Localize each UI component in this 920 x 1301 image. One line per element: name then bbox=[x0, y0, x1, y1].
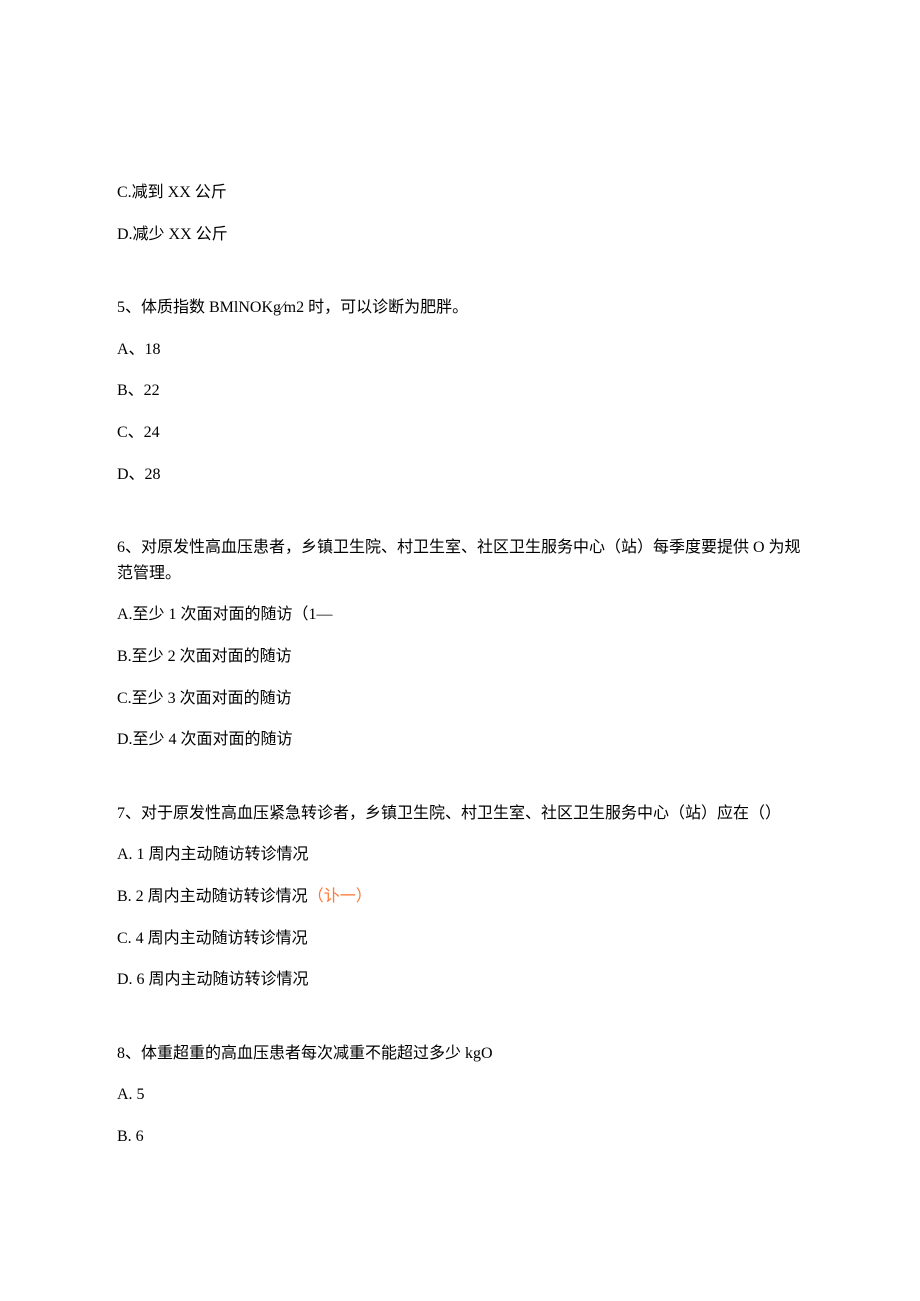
q7-annotation: （讣一） bbox=[308, 888, 372, 905]
q8-option-a: A. 5 bbox=[117, 1082, 803, 1108]
q7-option-d: D. 6 周内主动随访转诊情况 bbox=[117, 967, 803, 993]
q5-option-a: A、18 bbox=[117, 337, 803, 363]
q8-stem: 8、体重超重的高血压患者每次减重不能超过多少 kgO bbox=[117, 1041, 803, 1067]
q7-option-a: A. 1 周内主动随访转诊情况 bbox=[117, 842, 803, 868]
q5-option-c: C、24 bbox=[117, 420, 803, 446]
question-4-tail: C.减到 XX 公斤 D.减少 XX 公斤 bbox=[117, 180, 803, 247]
q8-option-b: B. 6 bbox=[117, 1124, 803, 1150]
q6-option-c: C.至少 3 次面对面的随访 bbox=[117, 686, 803, 712]
question-7: 7、对于原发性高血压紧急转诊者，乡镇卫生院、村卫生室、社区卫生服务中心（站）应在… bbox=[117, 801, 803, 993]
q6-option-b: B.至少 2 次面对面的随访 bbox=[117, 644, 803, 670]
q5-stem: 5、体质指数 BMlNOKg⁄m2 时，可以诊断为肥胖。 bbox=[117, 295, 803, 321]
question-5: 5、体质指数 BMlNOKg⁄m2 时，可以诊断为肥胖。 A、18 B、22 C… bbox=[117, 295, 803, 487]
q7-option-c: C. 4 周内主动随访转诊情况 bbox=[117, 926, 803, 952]
question-8: 8、体重超重的高血压患者每次减重不能超过多少 kgO A. 5 B. 6 bbox=[117, 1041, 803, 1150]
q5-option-b: B、22 bbox=[117, 378, 803, 404]
q6-option-a: A.至少 1 次面对面的随访（1— bbox=[117, 602, 803, 628]
q7-option-b: B. 2 周内主动随访转诊情况（讣一） bbox=[117, 884, 803, 910]
q4-option-d: D.减少 XX 公斤 bbox=[117, 222, 803, 248]
question-6: 6、对原发性高血压患者，乡镇卫生院、村卫生室、社区卫生服务中心（站）每季度要提供… bbox=[117, 535, 803, 753]
q7-stem: 7、对于原发性高血压紧急转诊者，乡镇卫生院、村卫生室、社区卫生服务中心（站）应在… bbox=[117, 801, 803, 827]
q5-option-d: D、28 bbox=[117, 462, 803, 488]
q4-option-c: C.减到 XX 公斤 bbox=[117, 180, 803, 206]
q6-stem: 6、对原发性高血压患者，乡镇卫生院、村卫生室、社区卫生服务中心（站）每季度要提供… bbox=[117, 535, 803, 586]
q7-option-b-text: B. 2 周内主动随访转诊情况 bbox=[117, 888, 308, 905]
q6-option-d: D.至少 4 次面对面的随访 bbox=[117, 727, 803, 753]
